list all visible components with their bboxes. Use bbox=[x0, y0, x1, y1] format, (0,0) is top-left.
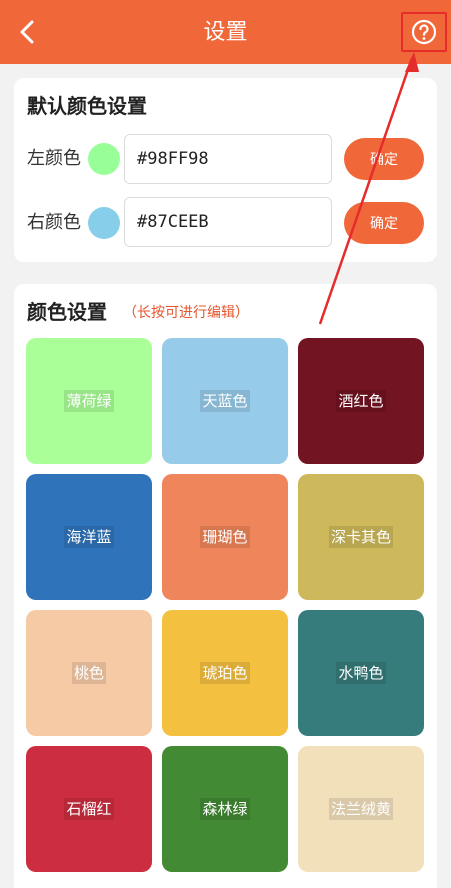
color-tile-label: 法兰绒黄 bbox=[328, 798, 393, 820]
left-confirm-button[interactable]: 确定 bbox=[344, 138, 424, 180]
color-tile[interactable]: 桃色 bbox=[26, 610, 152, 736]
page-title: 设置 bbox=[203, 20, 248, 45]
right-color-swatch bbox=[88, 207, 120, 239]
color-tile-label: 石榴红 bbox=[64, 798, 114, 820]
help-circle-icon bbox=[411, 19, 437, 45]
right-color-label: 右颜色 bbox=[27, 212, 81, 233]
color-settings-title: 颜色设置 bbox=[27, 300, 107, 324]
right-color-input[interactable] bbox=[124, 197, 332, 247]
default-colors-title: 默认颜色设置 bbox=[27, 94, 147, 118]
right-confirm-button[interactable]: 确定 bbox=[344, 202, 424, 244]
edit-hint: （长按可进行编辑） bbox=[123, 305, 249, 321]
color-tile-label: 薄荷绿 bbox=[64, 390, 114, 412]
color-tile[interactable]: 琥珀色 bbox=[162, 610, 288, 736]
help-button[interactable] bbox=[401, 12, 447, 52]
app-header: 设置 bbox=[0, 0, 451, 64]
color-tile[interactable]: 薄荷绿 bbox=[26, 338, 152, 464]
color-tile[interactable]: 水鸭色 bbox=[298, 610, 424, 736]
color-tile-label: 琥珀色 bbox=[200, 662, 250, 684]
color-tile-label: 天蓝色 bbox=[200, 390, 250, 412]
color-tile[interactable]: 深卡其色 bbox=[298, 474, 424, 600]
color-tile[interactable]: 森林绿 bbox=[162, 746, 288, 872]
color-tile[interactable]: 法兰绒黄 bbox=[298, 746, 424, 872]
left-color-swatch bbox=[88, 143, 120, 175]
color-tile-label: 水鸭色 bbox=[336, 662, 386, 684]
left-color-input[interactable] bbox=[124, 134, 332, 184]
default-colors-card: 默认颜色设置 左颜色 确定 右颜色 确定 bbox=[14, 78, 437, 262]
color-tile[interactable]: 海洋蓝 bbox=[26, 474, 152, 600]
color-tile[interactable]: 珊瑚色 bbox=[162, 474, 288, 600]
color-tile-label: 深卡其色 bbox=[328, 526, 393, 548]
color-tile[interactable]: 石榴红 bbox=[26, 746, 152, 872]
color-tile[interactable]: 天蓝色 bbox=[162, 338, 288, 464]
color-settings-card: 颜色设置 （长按可进行编辑） 薄荷绿 天蓝色 酒红色海洋蓝 珊瑚色 深卡其色桃色 琥珀色 水… bbox=[14, 284, 437, 888]
color-tile-label: 桃色 bbox=[71, 662, 106, 684]
color-tile-label: 珊瑚色 bbox=[200, 526, 250, 548]
color-grid: 薄荷绿 天蓝色 酒红色海洋蓝 珊瑚色 深卡其色桃色 琥珀色 水鸭色石榴红 森林绿 法兰绒黄 bbox=[26, 338, 426, 872]
color-tile[interactable]: 酒红色 bbox=[298, 338, 424, 464]
left-color-label: 左颜色 bbox=[27, 148, 81, 169]
color-tile-label: 海洋蓝 bbox=[64, 526, 114, 548]
color-tile-label: 森林绿 bbox=[200, 798, 250, 820]
color-tile-label: 酒红色 bbox=[336, 390, 386, 412]
